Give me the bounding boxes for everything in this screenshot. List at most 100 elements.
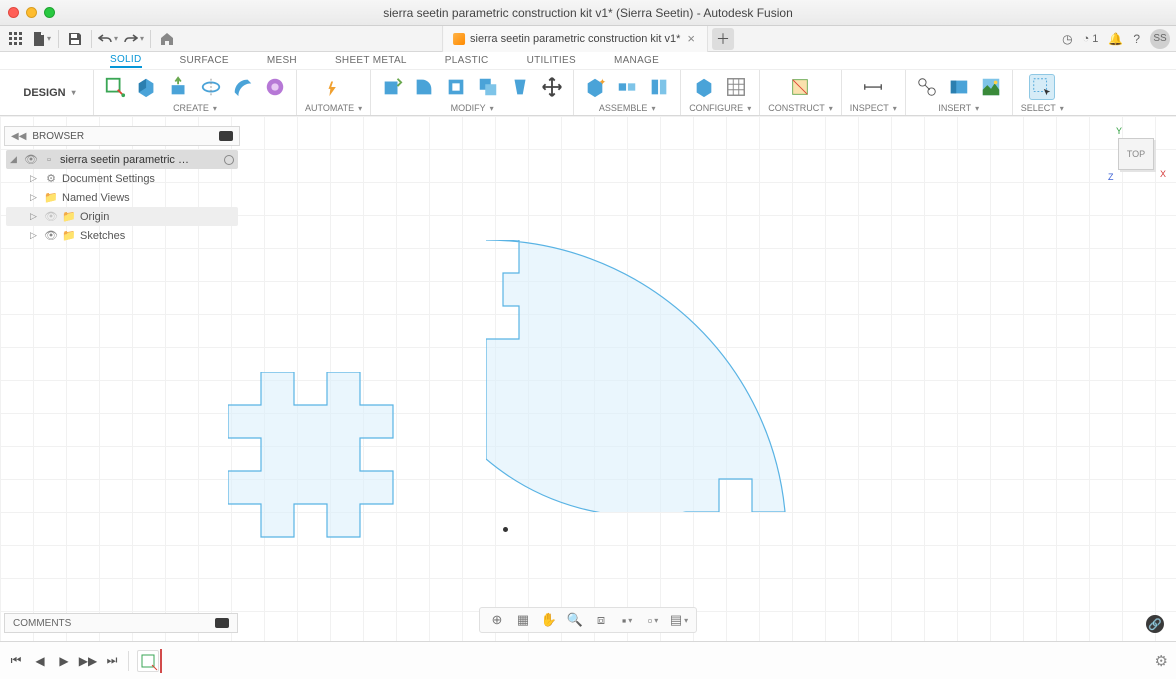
revolve-icon[interactable] xyxy=(198,74,224,100)
extensions-icon[interactable]: ◷ xyxy=(1062,32,1072,46)
viewcube[interactable]: Y TOP X Z xyxy=(1114,132,1158,176)
construct-plane-icon[interactable] xyxy=(787,74,813,100)
canvas-viewport[interactable]: ◀◀ BROWSER ◢ 👁 ▫ sierra seetin parametri… xyxy=(0,116,1176,641)
group-construct-label[interactable]: CONSTRUCT xyxy=(768,102,833,114)
share-link-icon[interactable]: 🔗 xyxy=(1146,615,1164,633)
visibility-icon[interactable]: 👁 xyxy=(24,153,38,166)
expand-icon[interactable]: ▷ xyxy=(30,230,40,241)
extrude-icon[interactable] xyxy=(166,74,192,100)
tree-item-named-views[interactable]: ▷ 📁 Named Views xyxy=(6,188,238,207)
viewport-settings-icon[interactable]: ▤ xyxy=(670,611,688,629)
help-icon[interactable]: ? xyxy=(1133,32,1140,46)
tab-utilities[interactable]: UTILITIES xyxy=(527,55,576,66)
insert-canvas-icon[interactable] xyxy=(978,74,1004,100)
orbit-icon[interactable]: ⊕ xyxy=(488,611,506,629)
tree-item-origin[interactable]: ▷ 👁 📁 Origin xyxy=(6,207,238,226)
close-tab-icon[interactable]: × xyxy=(685,31,697,46)
home-icon[interactable] xyxy=(157,29,177,49)
combine-icon[interactable] xyxy=(475,74,501,100)
display-settings-icon[interactable]: ▪ xyxy=(618,611,636,629)
document-tab[interactable]: sierra seetin parametric construction ki… xyxy=(442,26,708,52)
pan-icon[interactable]: ✋ xyxy=(540,611,558,629)
new-component-icon[interactable]: ✦ xyxy=(582,74,608,100)
workspace-switcher[interactable]: DESIGN xyxy=(6,70,94,115)
activate-component-icon[interactable] xyxy=(224,155,234,165)
grid-settings-icon[interactable]: ▫ xyxy=(644,611,662,629)
group-inspect-label[interactable]: INSPECT xyxy=(850,102,897,114)
select-icon[interactable] xyxy=(1029,74,1055,100)
insert-derive-icon[interactable] xyxy=(914,74,940,100)
tab-mesh[interactable]: MESH xyxy=(267,55,297,66)
tab-manage[interactable]: MANAGE xyxy=(614,55,659,66)
emboss-icon[interactable] xyxy=(262,74,288,100)
expand-icon[interactable]: ◢ xyxy=(10,154,20,165)
create-sketch-icon[interactable] xyxy=(102,74,128,100)
maximize-window-button[interactable] xyxy=(44,7,55,18)
timeline-start-icon[interactable]: ⏮ xyxy=(8,653,24,669)
comments-panel-header[interactable]: COMMENTS xyxy=(4,613,238,633)
timeline-forward-icon[interactable]: ▶▶ xyxy=(80,653,96,669)
job-status-badge[interactable]: ◔ 1 xyxy=(1083,33,1099,45)
sketch-arc[interactable] xyxy=(486,240,796,512)
minimize-browser-icon[interactable] xyxy=(219,131,233,141)
redo-icon[interactable] xyxy=(124,29,144,49)
timeline-feature-sketch[interactable] xyxy=(137,650,159,672)
group-automate-label[interactable]: AUTOMATE xyxy=(305,102,362,114)
insert-decal-icon[interactable] xyxy=(946,74,972,100)
group-configure-label[interactable]: CONFIGURE xyxy=(689,102,751,114)
expand-icon[interactable]: ▷ xyxy=(30,211,40,222)
shell-icon[interactable] xyxy=(443,74,469,100)
tree-item-doc-settings[interactable]: ▷ ⚙ Document Settings xyxy=(6,169,238,188)
visibility-icon[interactable]: 👁 xyxy=(44,229,58,242)
sweep-icon[interactable] xyxy=(230,74,256,100)
timeline-back-icon[interactable]: ◀ xyxy=(32,653,48,669)
expand-icon[interactable]: ▷ xyxy=(30,173,40,184)
press-pull-icon[interactable] xyxy=(379,74,405,100)
tree-item-sketches[interactable]: ▷ 👁 📁 Sketches xyxy=(6,226,238,245)
draft-icon[interactable] xyxy=(507,74,533,100)
look-at-icon[interactable]: ▦ xyxy=(514,611,532,629)
group-insert-label[interactable]: INSERT xyxy=(938,102,979,114)
viewcube-face-top[interactable]: TOP xyxy=(1118,138,1154,170)
document-cube-icon xyxy=(453,33,465,45)
group-select-label[interactable]: SELECT xyxy=(1021,102,1064,114)
undo-icon[interactable] xyxy=(98,29,118,49)
file-menu-icon[interactable] xyxy=(32,29,52,49)
new-tab-button[interactable]: ＋ xyxy=(712,28,734,50)
as-built-joint-icon[interactable] xyxy=(646,74,672,100)
expand-icon[interactable]: ▷ xyxy=(30,192,40,203)
move-icon[interactable] xyxy=(539,74,565,100)
group-create-label[interactable]: CREATE xyxy=(173,102,217,114)
ribbon-tabs: SOLID SURFACE MESH SHEET METAL PLASTIC U… xyxy=(0,52,1176,70)
minimize-comments-icon[interactable] xyxy=(215,618,229,628)
config-table-icon[interactable] xyxy=(723,74,749,100)
configure-icon[interactable] xyxy=(691,74,717,100)
automate-icon[interactable] xyxy=(321,74,347,100)
notifications-icon[interactable]: 🔔 xyxy=(1108,32,1123,46)
minimize-window-button[interactable] xyxy=(26,7,37,18)
user-avatar[interactable]: SS xyxy=(1150,29,1170,49)
tab-solid[interactable]: SOLID xyxy=(110,54,142,68)
create-box-icon[interactable] xyxy=(134,74,160,100)
close-window-button[interactable] xyxy=(8,7,19,18)
tree-root[interactable]: ◢ 👁 ▫ sierra seetin parametric con... xyxy=(6,150,238,169)
timeline-settings-icon[interactable]: ⚙ xyxy=(1155,652,1168,670)
collapse-browser-icon[interactable]: ◀◀ xyxy=(11,131,26,142)
group-modify-label[interactable]: MODIFY xyxy=(451,102,494,114)
fillet-icon[interactable] xyxy=(411,74,437,100)
timeline-play-icon[interactable]: ▶ xyxy=(56,653,72,669)
tab-plastic[interactable]: PLASTIC xyxy=(445,55,489,66)
save-icon[interactable] xyxy=(65,29,85,49)
tab-sheet-metal[interactable]: SHEET METAL xyxy=(335,55,407,66)
apps-grid-icon[interactable] xyxy=(6,29,26,49)
tab-surface[interactable]: SURFACE xyxy=(180,55,229,66)
fit-icon[interactable]: ⧈ xyxy=(592,611,610,629)
measure-icon[interactable] xyxy=(860,74,886,100)
zoom-icon[interactable]: 🔍 xyxy=(566,611,584,629)
visibility-off-icon[interactable]: 👁 xyxy=(44,210,58,223)
joint-icon[interactable] xyxy=(614,74,640,100)
sketch-cross[interactable] xyxy=(228,372,394,538)
group-assemble-label[interactable]: ASSEMBLE xyxy=(599,102,656,114)
browser-header[interactable]: ◀◀ BROWSER xyxy=(4,126,240,146)
timeline-end-icon[interactable]: ⏭ xyxy=(104,653,120,669)
